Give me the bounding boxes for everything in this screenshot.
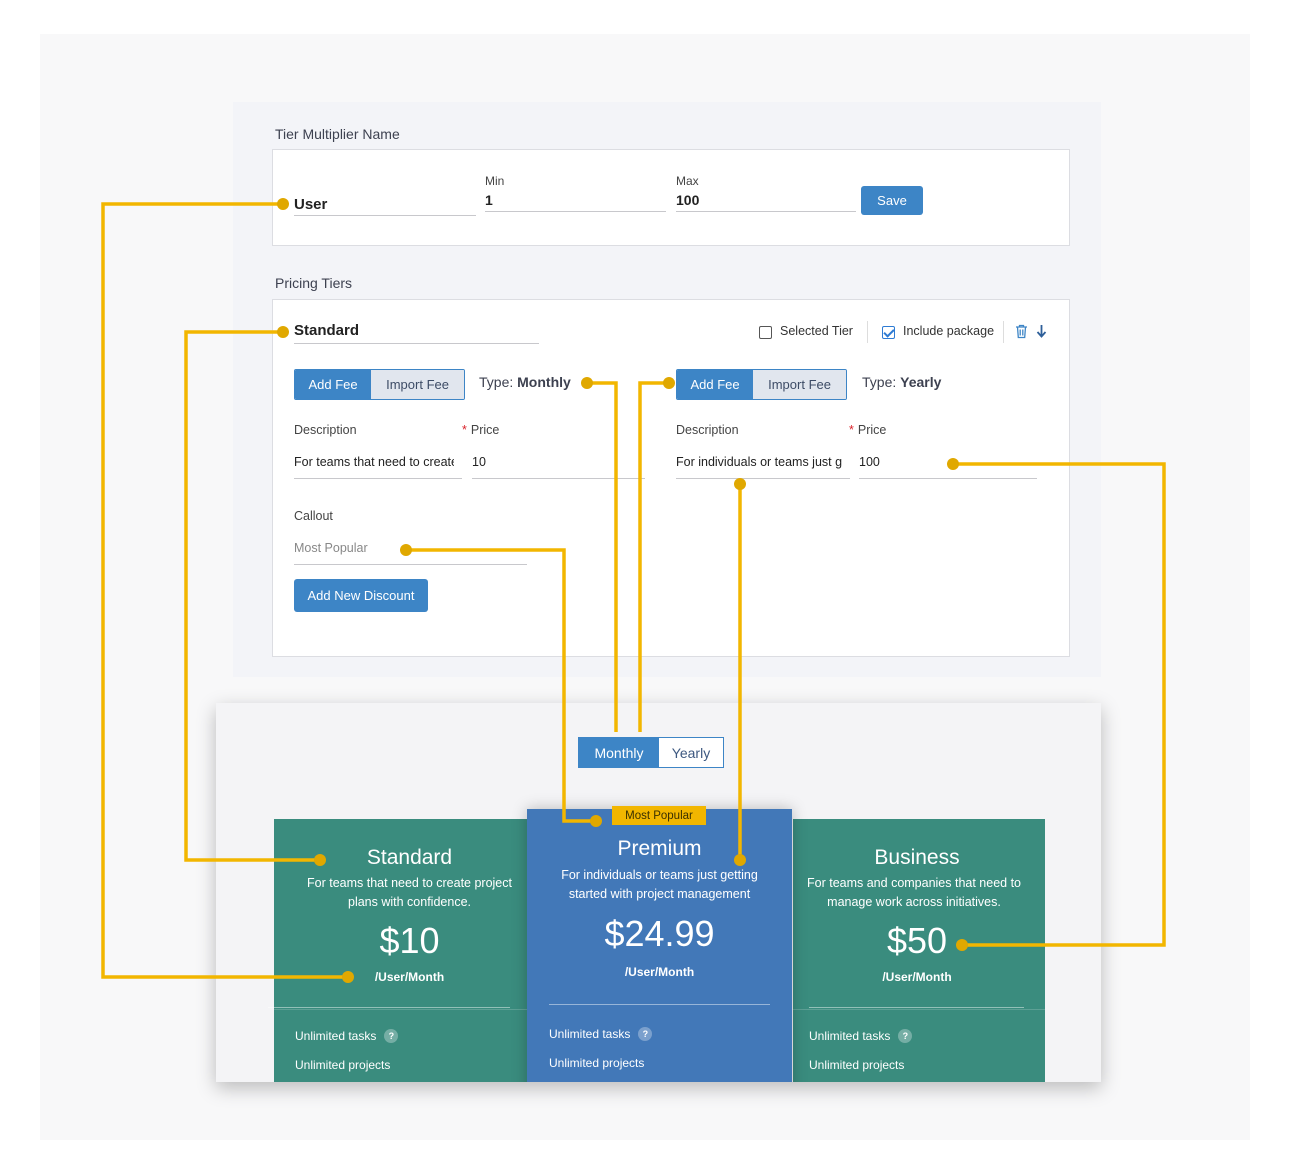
plan-price: $24.99 [604, 913, 715, 954]
callout-input[interactable]: Most Popular [294, 541, 368, 555]
monthly-add-fee-button[interactable]: Add Fee [295, 370, 372, 399]
billing-period-toggle: Monthly Yearly [578, 737, 724, 768]
feature-text: Unlimited tasks [549, 1027, 631, 1041]
plan-description: For teams that need to create project pl… [307, 876, 512, 909]
yearly-price-label: * Price [849, 423, 886, 437]
tier-name-input[interactable]: Standard [294, 322, 359, 339]
plan-unit: /User/Month [624, 965, 695, 979]
plan-name: Standard [366, 846, 453, 869]
monthly-import-fee-button[interactable]: Import Fee [371, 370, 464, 399]
divider [867, 321, 868, 343]
min-label: Min [485, 174, 505, 188]
feature-item: Unlimited projects [549, 1056, 645, 1070]
feature-item: Unlimited projects [809, 1058, 905, 1072]
multiplier-name-value[interactable]: User [294, 196, 327, 213]
plan-description: For individuals or teams just getting st… [561, 868, 758, 901]
min-underline [485, 211, 666, 212]
save-button[interactable]: Save [861, 186, 923, 215]
price-label-text: Price [470, 423, 500, 437]
type-prefix: Type: [479, 374, 514, 390]
multiplier-name-underline [294, 215, 476, 216]
type-value: Yearly [900, 374, 942, 390]
max-input[interactable]: 100 [676, 192, 699, 208]
include-package-checkbox[interactable] [882, 326, 895, 339]
plan-divider [809, 1007, 1024, 1008]
plan-description: For teams and companies that need to man… [807, 876, 1022, 909]
help-icon[interactable]: ? [638, 1027, 653, 1041]
plan-price: $10 [379, 920, 440, 961]
monthly-price-input[interactable]: 10 [472, 455, 486, 469]
pricing-preview: Monthly Yearly Standard For teams that n… [216, 703, 1101, 1082]
monthly-description-underline [294, 478, 462, 479]
trash-icon[interactable] [1015, 324, 1028, 339]
help-icon[interactable]: ? [384, 1029, 399, 1043]
plan-card-standard: Standard For teams that need to create p… [268, 819, 545, 1082]
required-mark: * [849, 423, 854, 437]
monthly-price-label: * Price [462, 423, 499, 437]
plan-divider [793, 1009, 1045, 1010]
plan-name: Premium [617, 837, 702, 860]
max-underline [676, 211, 856, 212]
max-label: Max [676, 174, 699, 188]
monthly-price-underline [472, 478, 645, 479]
required-mark: * [462, 423, 467, 437]
min-input[interactable]: 1 [485, 192, 493, 208]
add-new-discount-button[interactable]: Add New Discount [294, 579, 428, 612]
yearly-fee-button-group: Add Fee Import Fee [676, 369, 847, 400]
pricing-tiers-section-label: Pricing Tiers [275, 275, 353, 291]
tier-multiplier-card [272, 149, 1070, 246]
selected-tier-label: Selected Tier [780, 324, 853, 338]
most-popular-badge: Most Popular [612, 806, 706, 825]
help-icon[interactable]: ? [898, 1029, 913, 1043]
toggle-monthly[interactable]: Monthly [579, 738, 659, 767]
feature-item: Unlimited tasks ? [809, 1029, 913, 1043]
tier-name-underline [294, 343, 539, 344]
yearly-description-label: Description [676, 423, 739, 437]
yearly-price-input[interactable]: 100 [859, 455, 880, 469]
arrow-down-icon[interactable] [1036, 324, 1047, 338]
divider [1003, 321, 1004, 343]
callout-label: Callout [294, 509, 333, 523]
feature-item: Unlimited projects [295, 1058, 391, 1072]
type-value: Monthly [517, 374, 571, 390]
plan-price: $50 [886, 920, 948, 961]
yearly-import-fee-button[interactable]: Import Fee [753, 370, 846, 399]
plan-name: Business [874, 846, 960, 869]
plan-divider [274, 1009, 545, 1010]
type-prefix: Type: [862, 374, 897, 390]
monthly-description-input[interactable]: For teams that need to create [294, 455, 454, 469]
selected-tier-checkbox[interactable] [759, 326, 772, 339]
toggle-yearly[interactable]: Yearly [659, 738, 723, 767]
yearly-add-fee-button[interactable]: Add Fee [677, 370, 754, 399]
yearly-description-input[interactable]: For individuals or teams just g [676, 455, 842, 469]
plan-divider [549, 1004, 770, 1005]
plan-card-business: Business For teams and companies that ne… [793, 819, 1045, 1082]
yearly-type-label: Type: Yearly [862, 374, 941, 390]
plan-unit: /User/Month [374, 970, 445, 984]
monthly-type-label: Type: Monthly [479, 374, 571, 390]
feature-item: Unlimited tasks ? [295, 1029, 399, 1043]
yearly-description-underline [676, 478, 850, 479]
monthly-description-label: Description [294, 423, 357, 437]
plan-unit: /User/Month [882, 970, 952, 984]
plan-divider [268, 1007, 510, 1008]
tier-multiplier-section-label: Tier Multiplier Name [275, 126, 400, 142]
monthly-fee-button-group: Add Fee Import Fee [294, 369, 465, 400]
include-package-label: Include package [903, 324, 995, 338]
plan-card-premium: Premium For individuals or teams just ge… [527, 809, 792, 1082]
price-label-text: Price [857, 423, 887, 437]
feature-item: Unlimited tasks ? [549, 1027, 653, 1041]
feature-text: Unlimited tasks [295, 1029, 377, 1043]
feature-text: Unlimited tasks [809, 1029, 891, 1043]
callout-underline [294, 564, 527, 565]
yearly-price-underline [859, 478, 1037, 479]
